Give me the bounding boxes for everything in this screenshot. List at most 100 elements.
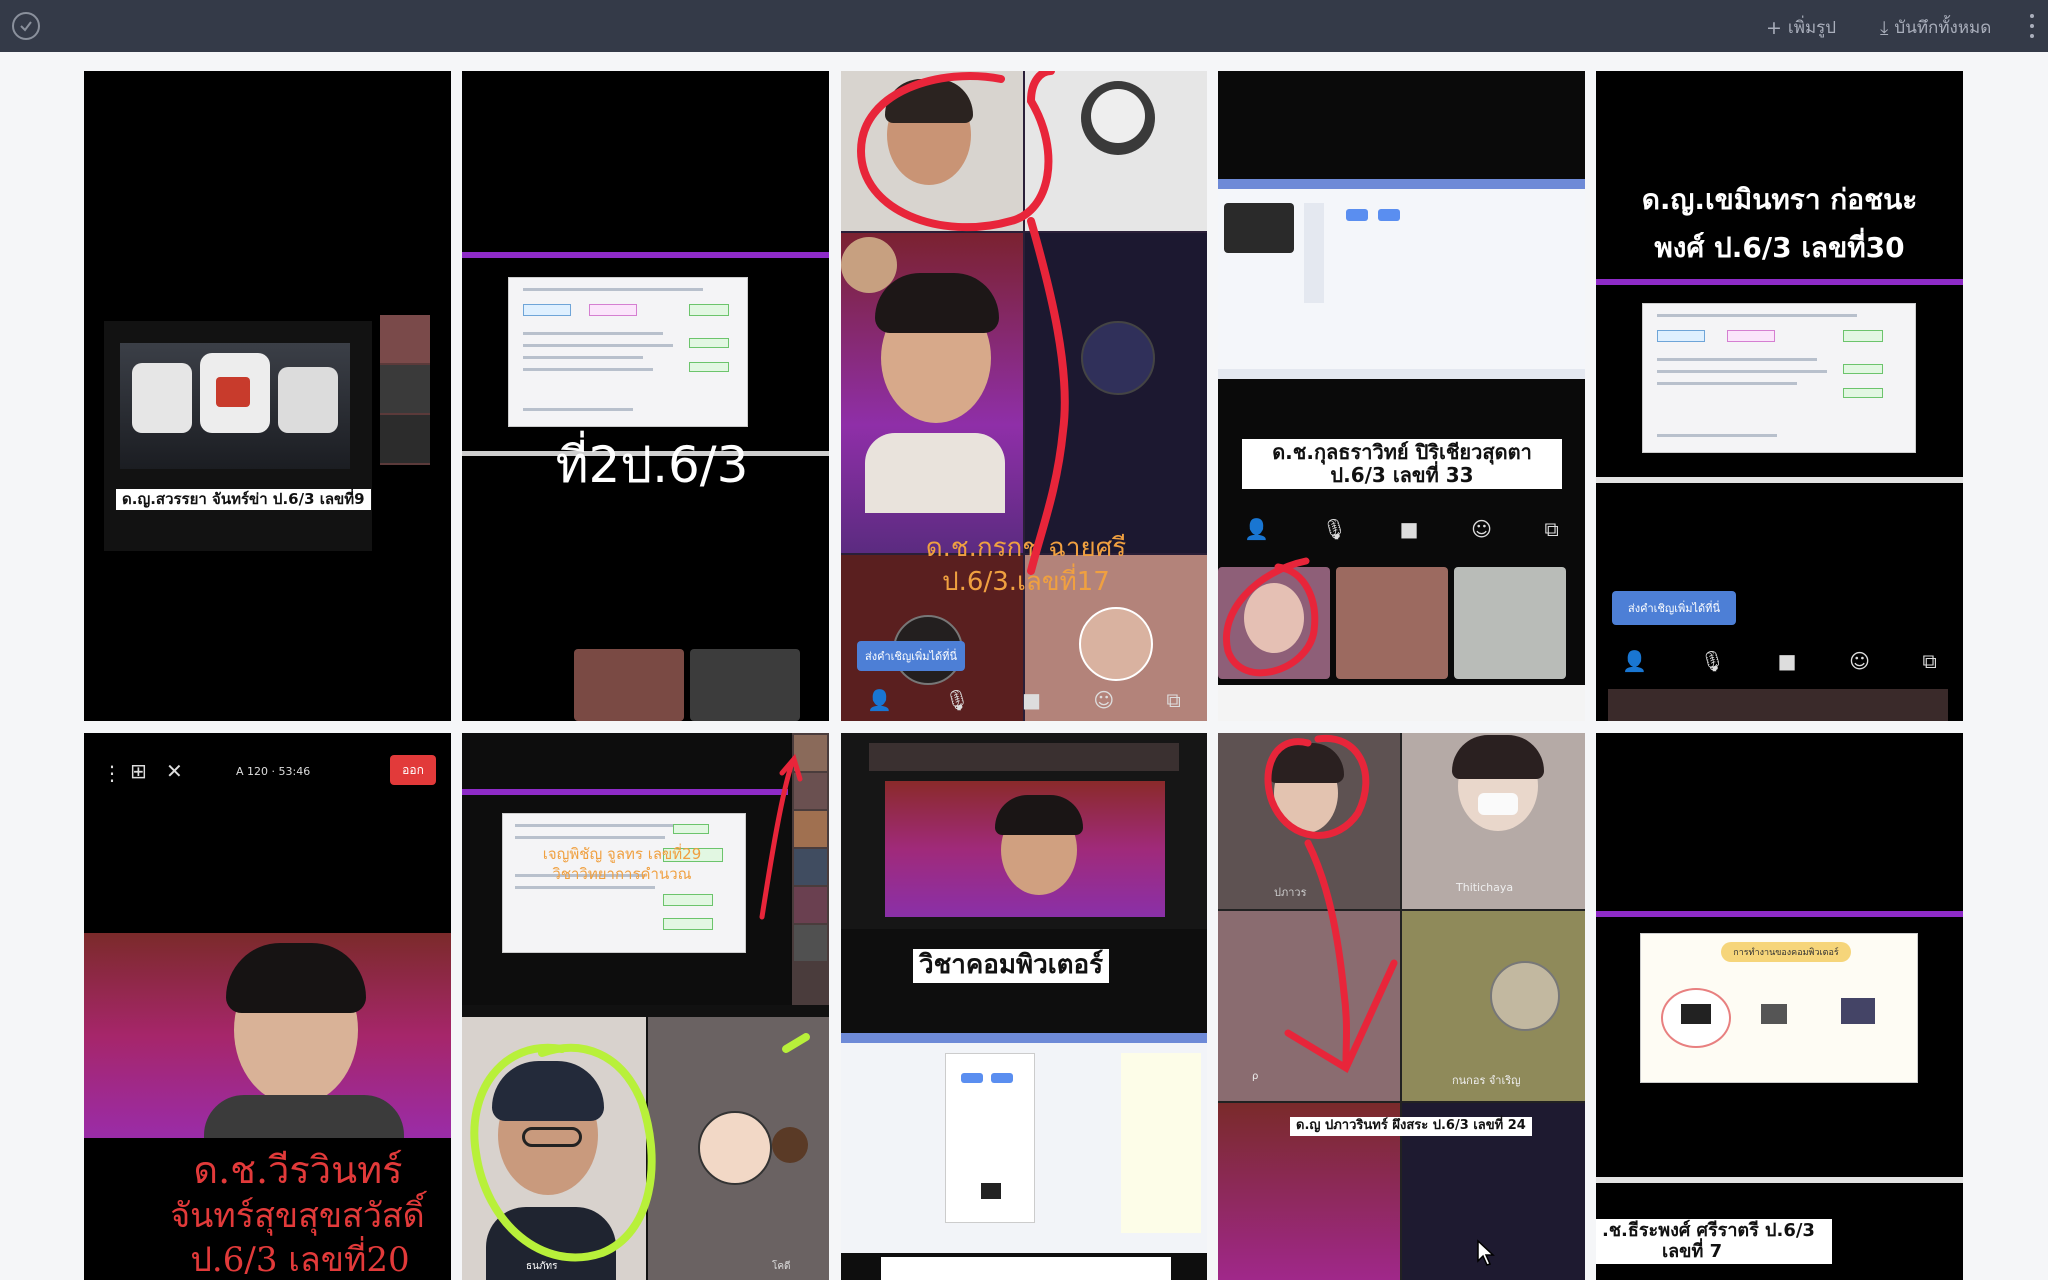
- camera-icon: ■: [1399, 517, 1419, 541]
- video-background: [84, 933, 451, 1138]
- participant-strip: [1608, 689, 1948, 721]
- photo-tile-5[interactable]: ด.ญ.เขมินทรา ก่อชนะ พงศ์ ป.6/3 เลขที่30 …: [1596, 71, 1963, 721]
- caption-strip: [881, 1257, 1171, 1280]
- invite-pill: ส่งคำเชิญเพิ่มได้ที่นี่: [857, 641, 965, 671]
- share-icon: ⧉: [1922, 649, 1937, 673]
- video-cell: [1025, 71, 1207, 231]
- add-image-label: เพิ่มรูป: [1787, 18, 1837, 38]
- photo-grid: ด.ญ.สวรรยา จันทร์ข่า ป.6/3 เลขที่9 ที่2ป…: [84, 71, 1964, 1280]
- divider-line: [1596, 477, 1963, 483]
- tile-caption: วิชาคอมพิวเตอร์: [913, 949, 1110, 983]
- title-line-2: พงศ์ ป.6/3 เลขที่30: [1654, 231, 1905, 264]
- participant-thumb: [1336, 567, 1448, 679]
- video-cell: [1025, 233, 1207, 553]
- name-line-1: ด.ช.วีรวินทร์: [193, 1148, 403, 1192]
- purple-bar: [462, 252, 829, 258]
- save-all-label: บันทึกทั้งหมด: [1894, 18, 1992, 38]
- add-image-button[interactable]: + เพิ่มรูป: [1766, 14, 1836, 41]
- call-status: A 120 · 53:46: [236, 765, 311, 778]
- share-icon: ⧉: [1166, 688, 1181, 712]
- tile-caption: .ช.ธีระพงศ์ ศรีราตรี ป.6/3 เลขที่ 7: [1596, 1219, 1832, 1265]
- participant-name: ปภาวร: [1274, 886, 1307, 899]
- add-person-icon: 👤: [1622, 649, 1648, 673]
- photo-tile-2[interactable]: ที่2ป.6/3: [462, 71, 829, 721]
- mic-off-icon: 🎙: [1321, 517, 1348, 541]
- photo-tile-10[interactable]: การทำงานของคอมพิวเตอร์ .ช.ธีระพงศ์ ศรีรา…: [1596, 733, 1963, 1280]
- video-cell: [841, 233, 1023, 553]
- download-icon: ⤓: [1880, 16, 1889, 39]
- video-cell: Thitichaya: [1402, 733, 1585, 909]
- participant-thumb: [690, 649, 800, 721]
- tile-caption: ด.ช.กุลธราวิทย์ ปิริเชียวสุดตา ป.6/3 เลข…: [1242, 439, 1562, 489]
- name-line-2: จันทร์สุขสุขสวัสดิ์: [170, 1196, 425, 1236]
- more-options-icon[interactable]: [2028, 14, 2036, 38]
- participant-name: Thitichaya: [1456, 881, 1514, 894]
- menu-icon[interactable]: ⋮: [102, 761, 122, 785]
- video-cell: ρ: [1218, 911, 1400, 1101]
- worksheet-image: [502, 813, 746, 953]
- lesson-title: การทำงานของคอมพิวเตอร์: [1721, 942, 1851, 962]
- name-line-3: ป.6/3 เลขที่20: [190, 1240, 410, 1280]
- participant-name: ธนภัทร: [526, 1261, 558, 1272]
- tile-caption: ด.ญ ปภาวรินทร์ ผึงสระ ป.6/3 เลขที่ 24: [1290, 1117, 1532, 1136]
- overlay-text: ที่2ป.6/3: [555, 436, 749, 494]
- side-thumbnails: [380, 315, 430, 465]
- video-cell: ปภาวร: [1218, 733, 1400, 909]
- emoji-icon: ☺: [1093, 688, 1115, 712]
- mic-off-icon: 🎙: [944, 688, 970, 712]
- scratch-editor-screenshot: [841, 1033, 1207, 1253]
- meeting-screenshot: [841, 733, 1207, 929]
- save-all-button[interactable]: ⤓ บันทึกทั้งหมด: [1880, 14, 1991, 41]
- overlay-text-2: ป.6/3.เลขที่17: [942, 567, 1110, 597]
- title-line-1: ด.ญ.เขมินทรา ก่อชนะ: [1641, 183, 1918, 216]
- photo-tile-6[interactable]: ⋮ ⊞ ✕ A 120 · 53:46 ออก ด.ช.วีรวินทร์ จั…: [84, 733, 451, 1280]
- add-person-icon: 👤: [867, 688, 893, 712]
- caption-line-2: ป.6/3 เลขที่ 33: [1330, 463, 1474, 487]
- caption-line-1: ด.ช.กุลธราวิทย์ ปิริเชียวสุดตา: [1272, 440, 1532, 464]
- video-cell: [841, 71, 1023, 231]
- camera-icon: ■: [1022, 688, 1042, 712]
- call-controls: 👤 🎙 ■ ☺ ⧉: [1218, 511, 1585, 547]
- screen-share-region: เจญพิชัญ จูลทร เลขที่29 วิชาวิทยาการคำนว…: [462, 733, 829, 1005]
- purple-bar: [462, 789, 788, 795]
- mouse-cursor-icon: [1477, 1239, 1495, 1266]
- photo-tile-3[interactable]: ด.ช.กรกช ฉายศรี ป.6/3.เลขที่17 ส่งคำเชิญ…: [841, 71, 1207, 721]
- android-nav-bar: [1218, 685, 1585, 721]
- purple-bar: [1596, 279, 1963, 285]
- top-toolbar: + เพิ่มรูป ⤓ บันทึกทั้งหมด: [0, 0, 2048, 52]
- tile-caption: ด.ญ.สวรรยา จันทร์ข่า ป.6/3 เลขที่9: [116, 489, 371, 511]
- caption-line-1: .ช.ธีระพงศ์ ศรีราตรี ป.6/3: [1602, 1220, 1815, 1241]
- video-cell: โคดี: [648, 1017, 829, 1280]
- photo-tile-4[interactable]: ด.ช.กุลธราวิทย์ ปิริเชียวสุดตา ป.6/3 เลข…: [1218, 71, 1585, 721]
- participant-thumb: [574, 649, 684, 721]
- video-cell: กนกอร จำเริญ: [1402, 911, 1585, 1101]
- mic-off-icon: 🎙: [1699, 649, 1726, 673]
- overlay-text-1: เจญพิชัญ จูลทร เลขที่29: [542, 845, 702, 863]
- participant-thumb: [1218, 567, 1330, 679]
- photo-tile-9[interactable]: ปภาวร Thitichaya ρ กนกอร จำเริญ ด.ญ ปภาว…: [1218, 733, 1585, 1280]
- participant-thumb: [1454, 567, 1566, 679]
- call-controls: 👤 🎙 ■ ☺ ⧉: [841, 683, 1207, 717]
- participant-name: โคดี: [772, 1261, 791, 1272]
- plus-icon: +: [1766, 16, 1782, 39]
- share-icon: ⧉: [1544, 517, 1559, 541]
- grid-view-icon[interactable]: ⊞: [130, 759, 147, 783]
- overlay-text-2: วิชาวิทยาการคำนวณ: [552, 865, 692, 883]
- photo-tile-7[interactable]: เจญพิชัญ จูลทร เลขที่29 วิชาวิทยาการคำนว…: [462, 733, 829, 1280]
- add-person-icon: 👤: [1244, 517, 1270, 541]
- lesson-image: การทำงานของคอมพิวเตอร์: [1640, 933, 1918, 1083]
- photo-tile-1[interactable]: ด.ญ.สวรรยา จันทร์ข่า ป.6/3 เลขที่9: [84, 71, 451, 721]
- select-all-check-icon[interactable]: [12, 12, 40, 40]
- photo-tile-8[interactable]: วิชาคอมพิวเตอร์: [841, 733, 1207, 1280]
- video-cell: ธนภัทร: [462, 1017, 646, 1280]
- call-controls: 👤 🎙 ■ ☺ ⧉: [1596, 643, 1963, 679]
- divider-line: [1596, 1177, 1963, 1183]
- invite-pill: ส่งคำเชิญเพิ่มได้ที่นี่: [1612, 591, 1736, 625]
- camera-off-icon: ■: [1777, 649, 1797, 673]
- scratch-editor-screenshot: [1218, 179, 1585, 379]
- robot-image: [120, 343, 350, 469]
- bluetooth-off-icon[interactable]: ✕: [166, 759, 183, 783]
- leave-button[interactable]: ออก: [390, 755, 436, 785]
- purple-bar: [1596, 911, 1963, 917]
- side-thumbnails: [792, 733, 829, 1005]
